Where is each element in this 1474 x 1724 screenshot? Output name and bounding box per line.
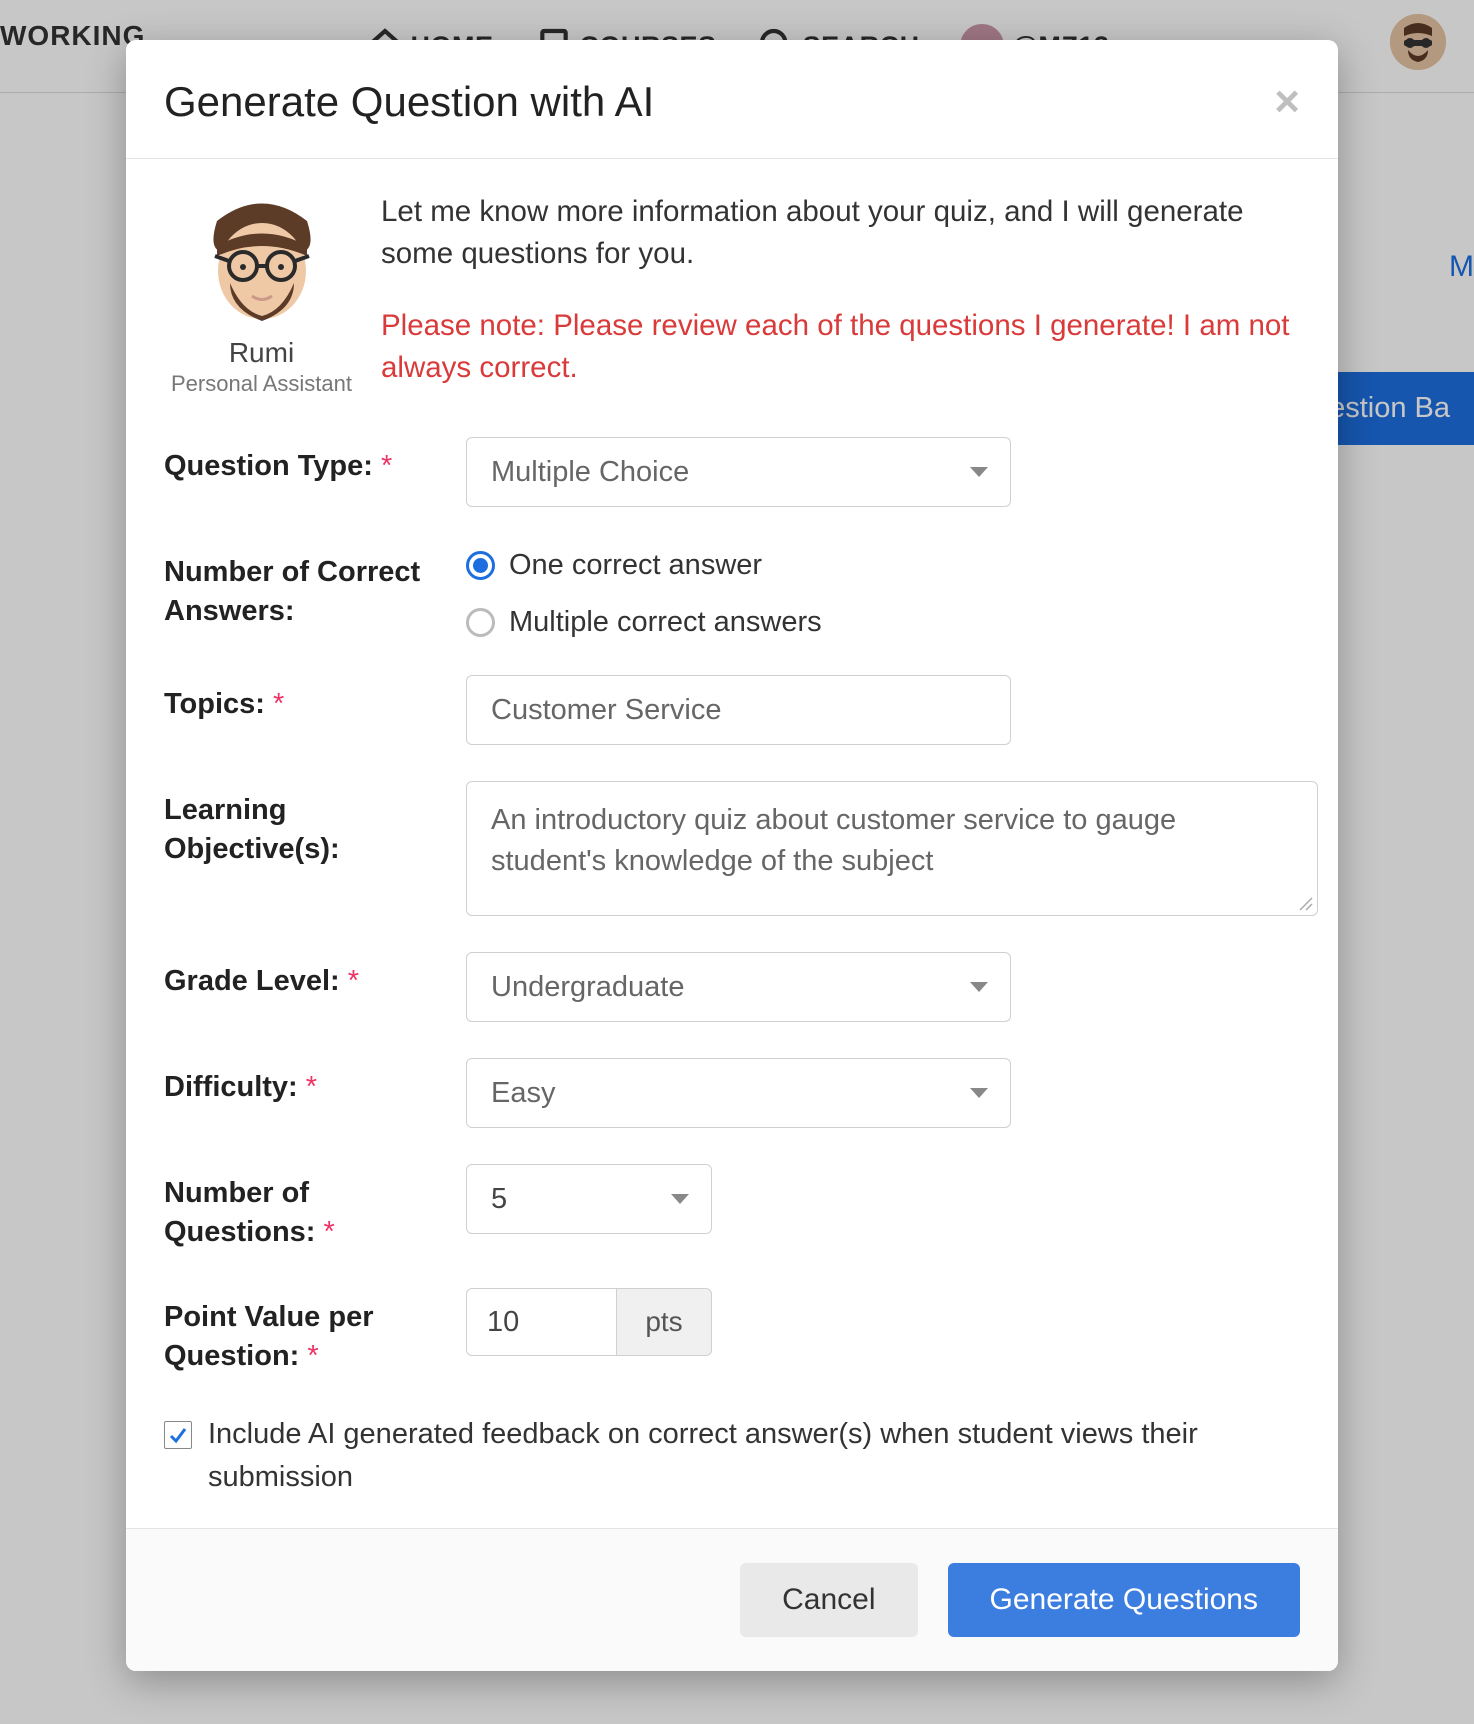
- label-text: Question Type:: [164, 450, 373, 482]
- assistant-text: Let me know more information about your …: [381, 191, 1300, 389]
- chevron-down-icon: [970, 982, 988, 992]
- radio-label: One correct answer: [509, 549, 762, 582]
- assistant-face-icon: [197, 191, 327, 331]
- label-text: Learning Objective(s):: [164, 794, 340, 865]
- chevron-down-icon: [671, 1194, 689, 1204]
- radio-multiple-correct[interactable]: Multiple correct answers: [466, 606, 1300, 639]
- assistant-avatar: [197, 191, 327, 331]
- modal-body: Rumi Personal Assistant Let me know more…: [126, 159, 1338, 1528]
- close-icon: ×: [1274, 77, 1300, 126]
- cancel-button[interactable]: Cancel: [740, 1563, 917, 1637]
- topics-input[interactable]: Customer Service: [466, 675, 1011, 745]
- assistant-warning-text: Please note: Please review each of the q…: [381, 305, 1300, 389]
- required-marker: *: [348, 965, 359, 997]
- num-questions-row: Number of Questions: * 5: [164, 1164, 1300, 1252]
- question-type-row: Question Type: * Multiple Choice: [164, 437, 1300, 507]
- modal-footer: Cancel Generate Questions: [126, 1528, 1338, 1671]
- num-questions-label: Number of Questions: *: [164, 1164, 466, 1252]
- modal-title: Generate Question with AI: [164, 78, 654, 126]
- radio-icon: [466, 608, 495, 637]
- resize-handle-icon: [1298, 896, 1314, 912]
- label-text: Number of Correct Answers:: [164, 556, 420, 627]
- correct-answers-label: Number of Correct Answers:: [164, 543, 466, 631]
- assistant-role: Personal Assistant: [164, 371, 359, 397]
- input-value: 10: [487, 1306, 519, 1339]
- textarea-value: An introductory quiz about customer serv…: [491, 804, 1176, 877]
- question-type-select[interactable]: Multiple Choice: [466, 437, 1011, 507]
- checkbox-label: Include AI generated feedback on correct…: [208, 1413, 1300, 1500]
- learning-objectives-textarea[interactable]: An introductory quiz about customer serv…: [466, 781, 1318, 916]
- topics-label: Topics: *: [164, 675, 466, 724]
- point-value-label: Point Value per Question: *: [164, 1288, 466, 1376]
- generate-question-modal: Generate Question with AI ×: [126, 40, 1338, 1671]
- assistant-profile: Rumi Personal Assistant: [164, 191, 359, 397]
- difficulty-label: Difficulty: *: [164, 1058, 466, 1107]
- radio-label: Multiple correct answers: [509, 606, 822, 639]
- close-button[interactable]: ×: [1274, 80, 1300, 124]
- assistant-intro-text: Let me know more information about your …: [381, 191, 1300, 275]
- radio-icon-selected: [466, 551, 495, 580]
- chevron-down-icon: [970, 467, 988, 477]
- checkbox-icon-checked: [164, 1421, 192, 1449]
- assistant-name: Rumi: [164, 337, 359, 369]
- include-feedback-row[interactable]: Include AI generated feedback on correct…: [164, 1413, 1300, 1500]
- question-type-label: Question Type: *: [164, 437, 466, 486]
- num-questions-select[interactable]: 5: [466, 1164, 712, 1234]
- chevron-down-icon: [970, 1088, 988, 1098]
- point-value-input[interactable]: 10: [466, 1288, 616, 1356]
- grade-level-select[interactable]: Undergraduate: [466, 952, 1011, 1022]
- select-value: Multiple Choice: [491, 456, 689, 489]
- required-marker: *: [381, 450, 392, 482]
- assistant-intro-row: Rumi Personal Assistant Let me know more…: [164, 191, 1300, 397]
- label-text: Topics:: [164, 688, 265, 720]
- modal-header: Generate Question with AI ×: [126, 40, 1338, 159]
- select-value: 5: [491, 1183, 507, 1216]
- label-text: Difficulty:: [164, 1071, 298, 1103]
- label-text: Number of Questions:: [164, 1177, 315, 1248]
- required-marker: *: [307, 1340, 318, 1372]
- select-value: Undergraduate: [491, 971, 684, 1004]
- input-value: Customer Service: [491, 694, 721, 727]
- required-marker: *: [324, 1216, 335, 1248]
- point-value-unit: pts: [616, 1288, 712, 1356]
- label-text: Grade Level:: [164, 965, 340, 997]
- correct-answers-row: Number of Correct Answers: One correct a…: [164, 543, 1300, 639]
- correct-answers-radio-group: One correct answer Multiple correct answ…: [466, 543, 1300, 639]
- learning-objectives-row: Learning Objective(s): An introductory q…: [164, 781, 1300, 916]
- difficulty-select[interactable]: Easy: [466, 1058, 1011, 1128]
- topics-row: Topics: * Customer Service: [164, 675, 1300, 745]
- generate-questions-button[interactable]: Generate Questions: [948, 1563, 1301, 1637]
- difficulty-row: Difficulty: * Easy: [164, 1058, 1300, 1128]
- grade-level-label: Grade Level: *: [164, 952, 466, 1001]
- required-marker: *: [306, 1071, 317, 1103]
- point-value-row: Point Value per Question: * 10 pts: [164, 1288, 1300, 1376]
- radio-one-correct[interactable]: One correct answer: [466, 549, 1300, 582]
- learning-objectives-label: Learning Objective(s):: [164, 781, 466, 869]
- label-text: Point Value per Question:: [164, 1301, 374, 1372]
- grade-level-row: Grade Level: * Undergraduate: [164, 952, 1300, 1022]
- select-value: Easy: [491, 1077, 555, 1110]
- required-marker: *: [273, 688, 284, 720]
